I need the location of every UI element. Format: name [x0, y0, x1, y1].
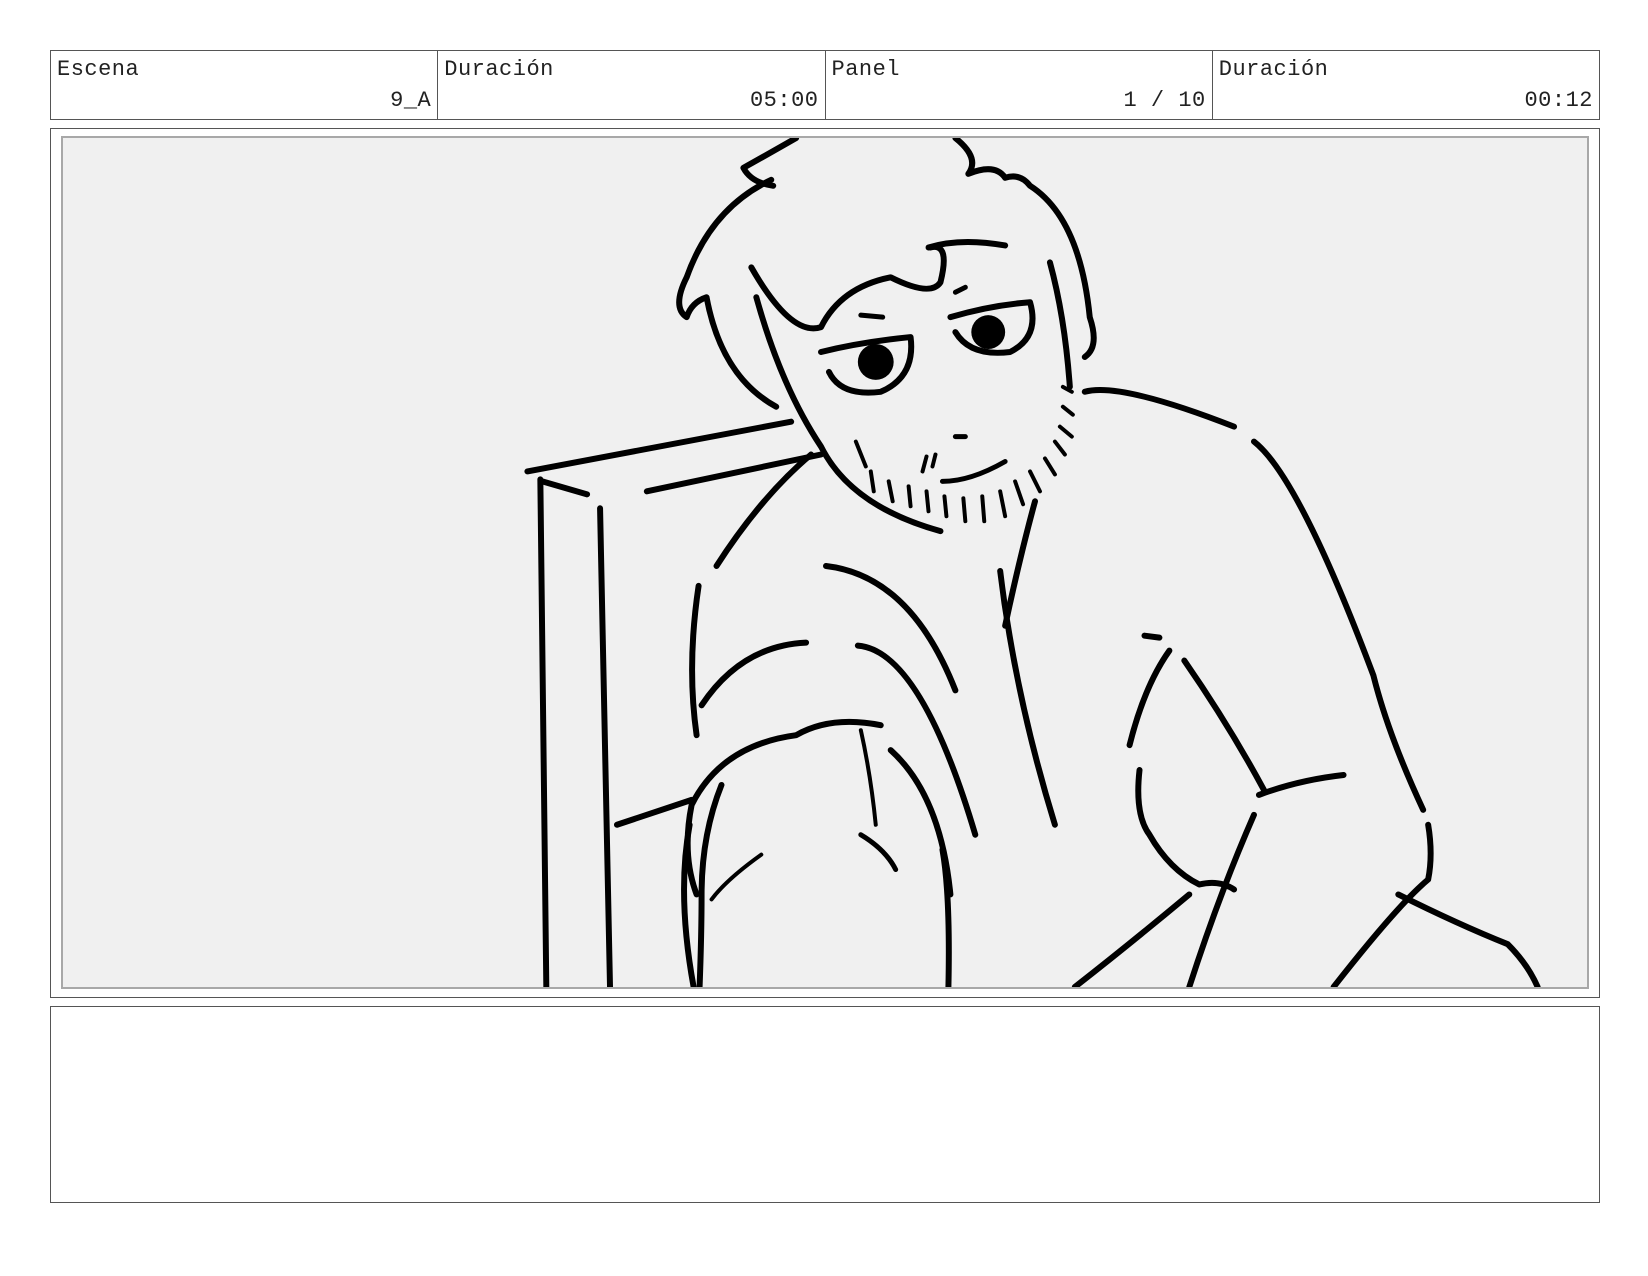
scene-duration-label: Duración	[444, 57, 554, 82]
sleeve-lower	[1071, 891, 1193, 987]
panel-drawing	[61, 136, 1589, 989]
arm-fold-top	[698, 639, 810, 709]
knee-front	[939, 846, 952, 987]
face-right-side	[1046, 259, 1073, 390]
body-left-outline	[689, 582, 702, 739]
brow-right	[952, 284, 968, 295]
sketch-illustration	[524, 138, 1541, 987]
knee-inner-left	[696, 781, 725, 987]
knee-fold-left	[709, 852, 764, 902]
beard-hatch	[853, 384, 1075, 524]
eye-right-pupil	[971, 315, 1006, 350]
arm-right-outer	[1126, 647, 1173, 749]
panel-duration-label: Duración	[1218, 57, 1329, 82]
eye-left-pupil	[857, 344, 894, 380]
scene-cell: Escena 9_A	[51, 51, 439, 119]
panel-value: 1 / 10	[1123, 88, 1206, 113]
arm-upper	[823, 562, 959, 694]
chair-top-edge-inner	[539, 478, 591, 498]
chair-seat-edge	[613, 796, 695, 828]
brow-left	[858, 312, 886, 320]
chair-top-edge	[524, 418, 795, 475]
knee-inner-crease	[858, 728, 878, 827]
panel-duration-value: 00:12	[1524, 88, 1593, 113]
panel-duration-cell: Duración 00:12	[1213, 51, 1599, 119]
hand-line	[1186, 811, 1257, 987]
notes-box	[50, 1006, 1600, 1203]
hand-wrist	[1255, 772, 1347, 798]
scene-duration-cell: Duración 05:00	[438, 51, 826, 119]
panel-label: Panel	[831, 57, 901, 82]
arm-right-short	[1141, 632, 1163, 641]
hair-fringe	[748, 243, 947, 332]
scene-value: 9_A	[390, 88, 432, 113]
hair-fringe-right	[925, 238, 1009, 251]
arm-right-forearm	[1135, 767, 1238, 893]
face-left-side	[753, 294, 944, 535]
body-right-bottom	[1395, 891, 1541, 987]
hair-outline	[676, 176, 780, 410]
scene-duration-value: 05:00	[749, 88, 819, 113]
knee-right-edge	[887, 747, 954, 898]
arm-right-elbow	[1181, 657, 1267, 793]
shoulder-right	[1081, 387, 1238, 430]
knee-lower	[681, 821, 697, 987]
chair-right-leg	[597, 505, 613, 987]
neck-line	[1002, 498, 1038, 629]
knee-fold-small	[858, 832, 899, 873]
storyboard-header: Escena 9_A Duración 05:00 Panel 1 / 10 D…	[50, 50, 1600, 120]
knee-outline	[684, 718, 884, 898]
mouth	[939, 458, 1008, 484]
body-right-outline	[1250, 438, 1427, 813]
chair-left-leg	[537, 476, 550, 987]
scene-label: Escena	[57, 57, 140, 82]
panel-cell: Panel 1 / 10	[826, 51, 1213, 119]
panel-frame	[50, 128, 1600, 998]
